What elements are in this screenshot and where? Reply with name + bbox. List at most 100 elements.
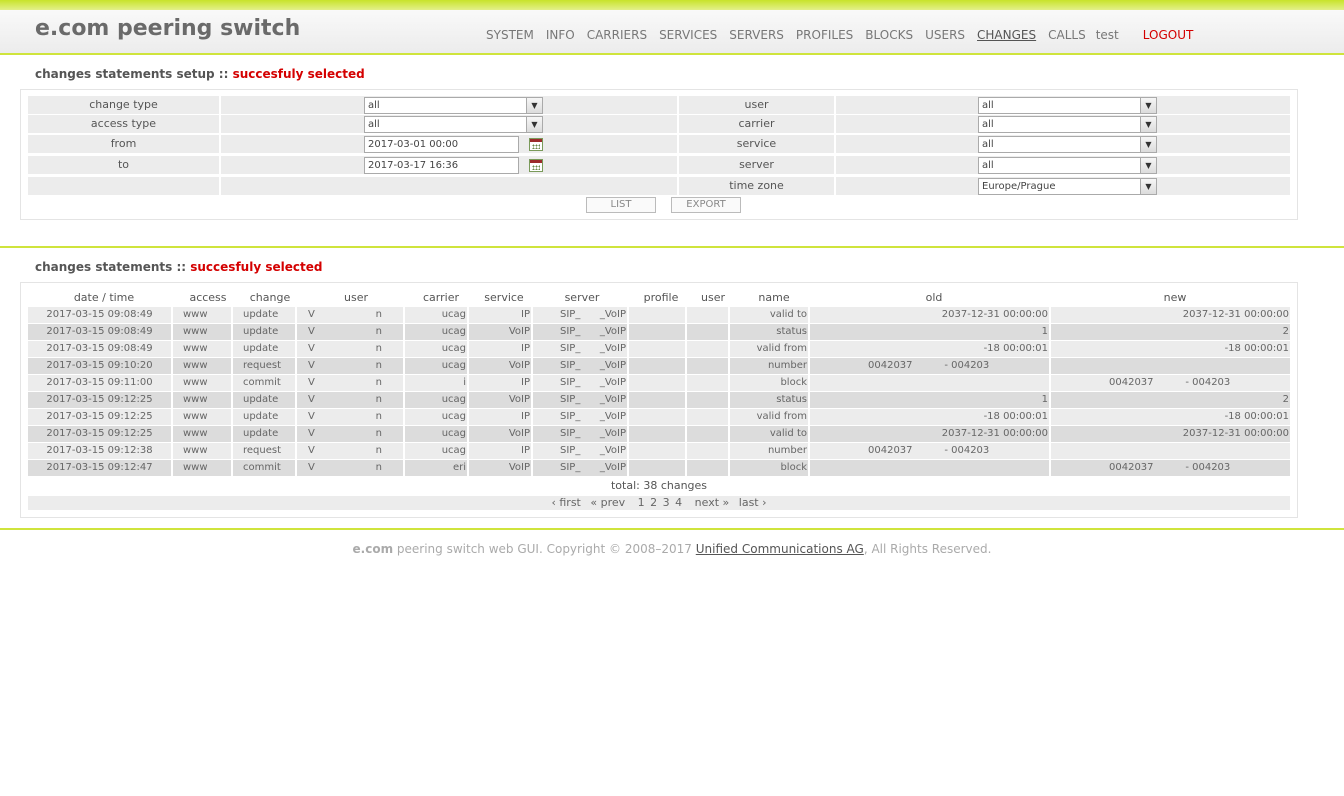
- pager-page-2[interactable]: 2: [650, 496, 657, 509]
- cell-old: 2037-12-31 00:00:00: [810, 307, 1049, 323]
- cell-service: IP: [469, 341, 531, 357]
- cell-datetime: 2017-03-15 09:12:25: [28, 392, 171, 408]
- table-row: 2017-03-15 09:12:25 www update Vn ucag IP SIP_…: [28, 409, 1290, 425]
- cell-old: 0042037 - 004203: [810, 443, 1049, 459]
- chevron-down-icon: ▼: [1140, 179, 1156, 194]
- cell-change: request: [233, 443, 295, 459]
- table-row: 2017-03-15 09:10:20 www request Vn ucag VoIP S…: [28, 358, 1290, 374]
- pager-last[interactable]: last ›: [739, 496, 767, 509]
- cell-user2: [687, 307, 728, 323]
- cell-name: number: [730, 358, 808, 374]
- col-old: old: [925, 291, 943, 304]
- export-button[interactable]: EXPORT: [671, 197, 741, 213]
- nav-carriers[interactable]: CARRIERS: [587, 28, 647, 42]
- cell-service: VoIP: [469, 426, 531, 442]
- cell-access: www: [173, 341, 231, 357]
- nav-profiles[interactable]: PROFILES: [796, 28, 853, 42]
- to-date-input[interactable]: 2017-03-17 16:36: [364, 157, 519, 174]
- label-from: from: [28, 135, 219, 153]
- pager-first[interactable]: ‹ first: [551, 496, 580, 509]
- from-date-input[interactable]: 2017-03-01 00:00: [364, 136, 519, 153]
- cell-datetime: 2017-03-15 09:08:49: [28, 307, 171, 323]
- company-link[interactable]: Unified Communications AG: [696, 542, 864, 556]
- cell-access: www: [173, 375, 231, 391]
- label-service: service: [679, 135, 834, 153]
- cell-user2: [687, 324, 728, 340]
- nav-blocks[interactable]: BLOCKS: [865, 28, 913, 42]
- table-row: 2017-03-15 09:08:49 www update Vn ucag IP SIP_…: [28, 341, 1290, 357]
- header: e.com peering switch SYSTEM INFO CARRIER…: [0, 10, 1344, 55]
- cell-new: -18 00:00:01: [1051, 409, 1290, 425]
- cell-carrier: ucag: [405, 443, 467, 459]
- cell-carrier: ucag: [405, 426, 467, 442]
- cell-server-b: _VoIP: [599, 343, 626, 354]
- cell-name: status: [730, 324, 808, 340]
- col-name: name: [758, 291, 790, 304]
- cell-server-b: _VoIP: [599, 377, 626, 388]
- cell-access: www: [173, 307, 231, 323]
- nav-servers[interactable]: SERVERS: [729, 28, 784, 42]
- cell-profile: [629, 392, 685, 408]
- cell-new: 0042037 - 004203: [1051, 460, 1290, 476]
- cell-profile: [629, 426, 685, 442]
- cell-datetime: 2017-03-15 09:12:47: [28, 460, 171, 476]
- cell-name: valid from: [730, 341, 808, 357]
- service-select[interactable]: all ▼: [978, 136, 1157, 153]
- cell-user2: [687, 392, 728, 408]
- cell-profile: [629, 409, 685, 425]
- cell-carrier: ucag: [405, 341, 467, 357]
- nav-services[interactable]: SERVICES: [659, 28, 717, 42]
- time-zone-select[interactable]: Europe/Prague ▼: [978, 178, 1157, 195]
- cell-name: valid from: [730, 409, 808, 425]
- cell-old: 2037-12-31 00:00:00: [810, 426, 1049, 442]
- divider: [0, 246, 1344, 248]
- divider: [0, 528, 1344, 530]
- total-count: total: 38 changes: [610, 479, 708, 492]
- server-select[interactable]: all ▼: [978, 157, 1157, 174]
- footer-rights: , All Rights Reserved.: [863, 542, 992, 556]
- calendar-icon[interactable]: [529, 159, 543, 172]
- nav-system[interactable]: SYSTEM: [486, 28, 534, 42]
- server-value: all: [982, 160, 994, 171]
- user-select[interactable]: all ▼: [978, 97, 1157, 114]
- cell-user-b: n: [375, 428, 382, 439]
- cell-new: 0042037 - 004203: [1051, 375, 1290, 391]
- calendar-icon[interactable]: [529, 138, 543, 151]
- cell-carrier: ucag: [405, 392, 467, 408]
- pager-page-3[interactable]: 3: [663, 496, 670, 509]
- pagination: ‹ first « prev 1 2 3 4 next » last ›: [28, 496, 1290, 510]
- cell-new: 2: [1051, 324, 1290, 340]
- cell-new: [1051, 443, 1290, 459]
- cell-user-b: n: [375, 326, 382, 337]
- nav-calls[interactable]: CALLS: [1048, 28, 1086, 42]
- change-type-select[interactable]: all ▼: [364, 97, 543, 114]
- cell-carrier: ucag: [405, 358, 467, 374]
- list-button[interactable]: LIST: [586, 197, 656, 213]
- label-change-type: change type: [28, 96, 219, 114]
- cell-server-b: _VoIP: [599, 309, 626, 320]
- pager-page-1[interactable]: 1: [638, 496, 645, 509]
- cell-user2: [687, 443, 728, 459]
- label-user: user: [679, 96, 834, 114]
- pager-prev[interactable]: « prev: [590, 496, 625, 509]
- access-type-select[interactable]: all ▼: [364, 116, 543, 133]
- pager-next[interactable]: next »: [695, 496, 730, 509]
- user-value: all: [982, 100, 994, 111]
- carrier-select[interactable]: all ▼: [978, 116, 1157, 133]
- cell-old: 1: [810, 392, 1049, 408]
- cell-profile: [629, 358, 685, 374]
- label-access-type: access type: [28, 115, 219, 133]
- cell-name: valid to: [730, 307, 808, 323]
- logout-link[interactable]: LOGOUT: [1143, 28, 1194, 42]
- pager-page-4[interactable]: 4: [675, 496, 682, 509]
- nav-users[interactable]: USERS: [925, 28, 965, 42]
- nav-changes[interactable]: CHANGES: [977, 28, 1036, 42]
- cell-carrier: i: [405, 375, 467, 391]
- chevron-down-icon: ▼: [526, 117, 542, 132]
- cell-profile: [629, 375, 685, 391]
- cell-change: request: [233, 358, 295, 374]
- chevron-down-icon: ▼: [526, 98, 542, 113]
- col-access: access: [189, 291, 227, 304]
- nav-info[interactable]: INFO: [546, 28, 575, 42]
- table-row: 2017-03-15 09:12:38 www request Vn ucag IP SIP…: [28, 443, 1290, 459]
